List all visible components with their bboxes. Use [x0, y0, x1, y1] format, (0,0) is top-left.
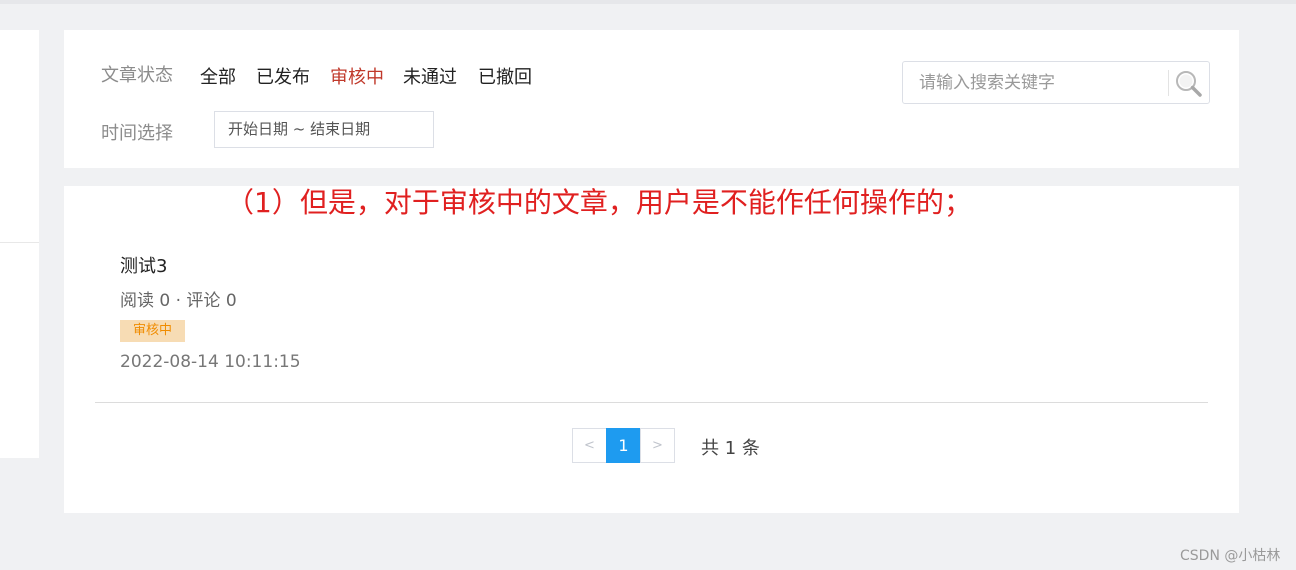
prev-page-button[interactable]: <	[572, 428, 607, 463]
tab-under-review[interactable]: 审核中	[330, 63, 384, 89]
annotation-text: （1）但是，对于审核中的文章，用户是不能作任何操作的；	[226, 186, 972, 219]
article-list-panel: 测试3 阅读 0 · 评论 0 审核中 2022-08-14 10:11:15 …	[64, 186, 1239, 513]
watermark: CSDN @小枯林	[1180, 548, 1281, 564]
top-divider	[0, 0, 1296, 4]
next-page-button[interactable]: >	[640, 428, 675, 463]
status-filter-label: 文章状态	[101, 65, 173, 86]
search-icon	[1176, 71, 1202, 97]
sidebar-divider	[0, 242, 39, 243]
article-stats: 阅读 0 · 评论 0	[120, 291, 237, 311]
tab-withdrawn[interactable]: 已撤回	[478, 63, 532, 89]
status-badge: 审核中	[120, 320, 185, 342]
article-title[interactable]: 测试3	[120, 252, 167, 278]
article-timestamp: 2022-08-14 10:11:15	[120, 352, 301, 372]
tab-published[interactable]: 已发布	[256, 63, 310, 89]
search-input[interactable]	[904, 63, 1166, 102]
tab-all[interactable]: 全部	[200, 63, 236, 89]
total-count: 共 1 条	[701, 438, 760, 459]
tab-rejected[interactable]: 未通过	[403, 63, 457, 89]
page-number-button[interactable]: 1	[606, 428, 641, 463]
search-separator	[1168, 70, 1169, 96]
pagination: < 1 >	[572, 428, 675, 463]
filter-panel: 文章状态 全部 已发布 审核中 未通过 已撤回 时间选择 开始日期 ~ 结束日期	[64, 30, 1239, 168]
date-range-picker[interactable]: 开始日期 ~ 结束日期	[214, 111, 434, 148]
left-sidebar-panel	[0, 30, 39, 458]
search-button[interactable]	[1173, 68, 1205, 98]
list-divider	[95, 402, 1208, 403]
search-box	[902, 61, 1210, 104]
time-filter-label: 时间选择	[101, 123, 173, 144]
